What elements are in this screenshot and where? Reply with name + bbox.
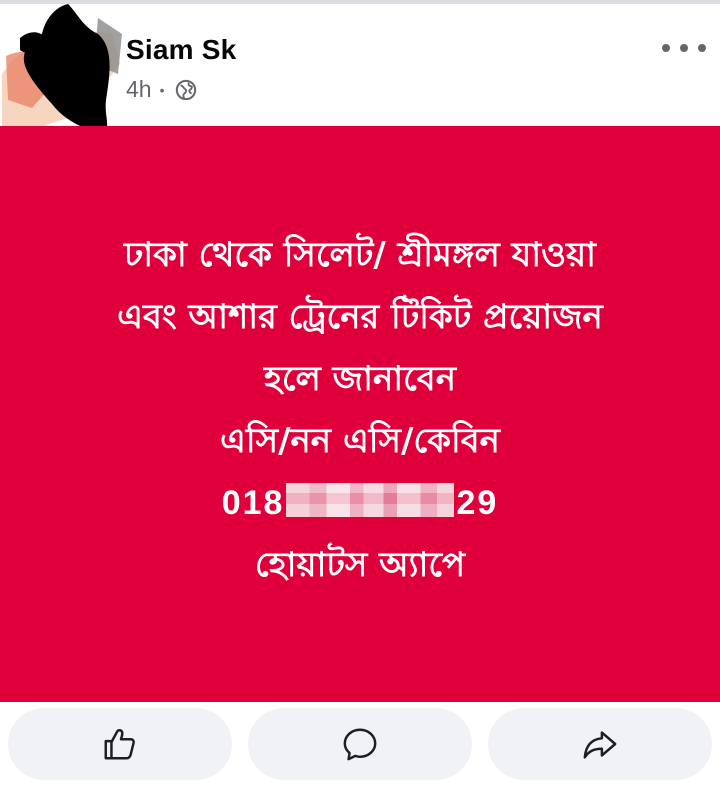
comment-bubble-icon: [343, 728, 377, 761]
more-dots-icon: [680, 44, 688, 52]
more-dots-icon: [662, 44, 670, 52]
globe-icon: [175, 79, 197, 101]
like-button[interactable]: [8, 708, 232, 780]
post-text: ঢাকা থেকে সিলেট/ শ্রীমঙ্গল যাওয়া এবং আশ…: [0, 224, 720, 596]
phone-suffix: 29: [456, 484, 499, 522]
post-text-line: ঢাকা থেকে সিলেট/ শ্রীমঙ্গল যাওয়া: [124, 235, 596, 275]
more-options-button[interactable]: [662, 34, 706, 62]
post-time[interactable]: 4h: [126, 76, 152, 103]
author-name[interactable]: Siam Sk: [126, 34, 236, 66]
comment-button[interactable]: [248, 708, 472, 780]
thumbs-up-icon: [104, 728, 135, 760]
meta-separator: •: [159, 81, 165, 98]
post-action-bar: [0, 702, 720, 791]
post-meta: 4h •: [126, 76, 197, 103]
phone-number: 018 29: [0, 472, 720, 534]
avatar[interactable]: [2, 4, 122, 133]
share-arrow-icon: [583, 731, 617, 759]
share-button[interactable]: [488, 708, 712, 780]
phone-prefix: 018: [221, 484, 285, 522]
post-text-line: হোয়াটস অ্যাপে: [254, 545, 466, 585]
post-text-line: এবং আশার ট্রেনের টিকিট প্রয়োজন: [117, 297, 603, 337]
post-text-line: এসি/নন এসি/কেবিন: [220, 421, 500, 461]
censored-avatar-image: [2, 4, 122, 133]
more-dots-icon: [698, 44, 706, 52]
post-header: Siam Sk 4h •: [0, 4, 720, 133]
post-text-card[interactable]: ঢাকা থেকে সিলেট/ শ্রীমঙ্গল যাওয়া এবং আশ…: [0, 126, 720, 702]
post-text-line: হলে জানাবেন: [263, 359, 456, 399]
redacted-digits: [286, 483, 455, 517]
